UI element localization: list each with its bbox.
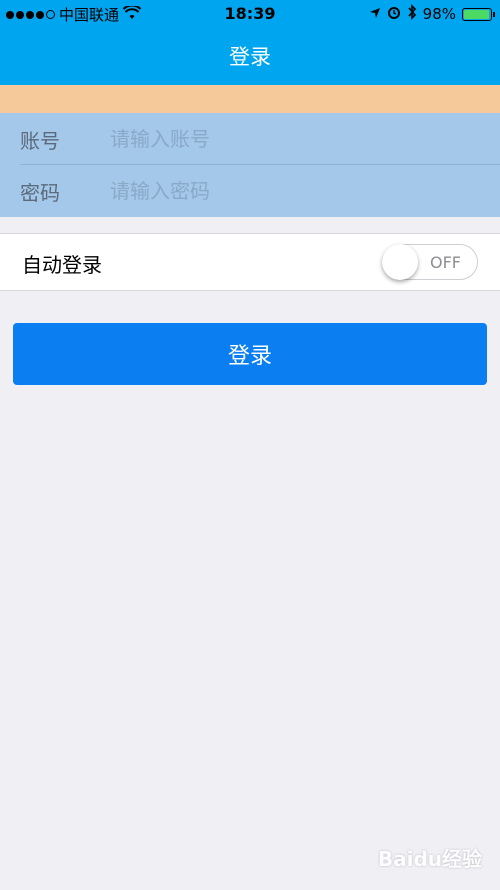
battery-percent: 98% — [422, 5, 456, 23]
alarm-clock-icon — [387, 5, 401, 23]
nav-bar: 登录 — [0, 27, 500, 85]
account-label: 账号 — [20, 128, 60, 153]
auto-login-label: 自动登录 — [22, 253, 102, 277]
baidu-watermark: Baidu经验 — [377, 847, 482, 871]
password-row: 密码 — [0, 165, 500, 217]
account-row: 账号 — [0, 113, 500, 165]
login-button[interactable]: 登录 — [13, 323, 487, 385]
status-bar: 中国联通 18:39 98% — [0, 0, 500, 27]
login-form: 账号 密码 — [0, 113, 500, 217]
banner-strip — [0, 85, 500, 113]
page-title: 登录 — [229, 45, 271, 69]
password-label: 密码 — [20, 180, 60, 205]
toggle-knob — [382, 244, 418, 280]
account-input[interactable] — [110, 119, 480, 159]
location-arrow-icon — [369, 5, 381, 23]
status-right: 98% — [369, 4, 495, 24]
toggle-state-text: OFF — [430, 253, 461, 272]
auto-login-row: 自动登录 OFF — [0, 233, 500, 291]
battery-icon — [462, 7, 495, 21]
bluetooth-icon — [407, 4, 417, 24]
auto-login-toggle[interactable]: OFF — [382, 244, 478, 280]
password-input[interactable] — [110, 171, 480, 211]
